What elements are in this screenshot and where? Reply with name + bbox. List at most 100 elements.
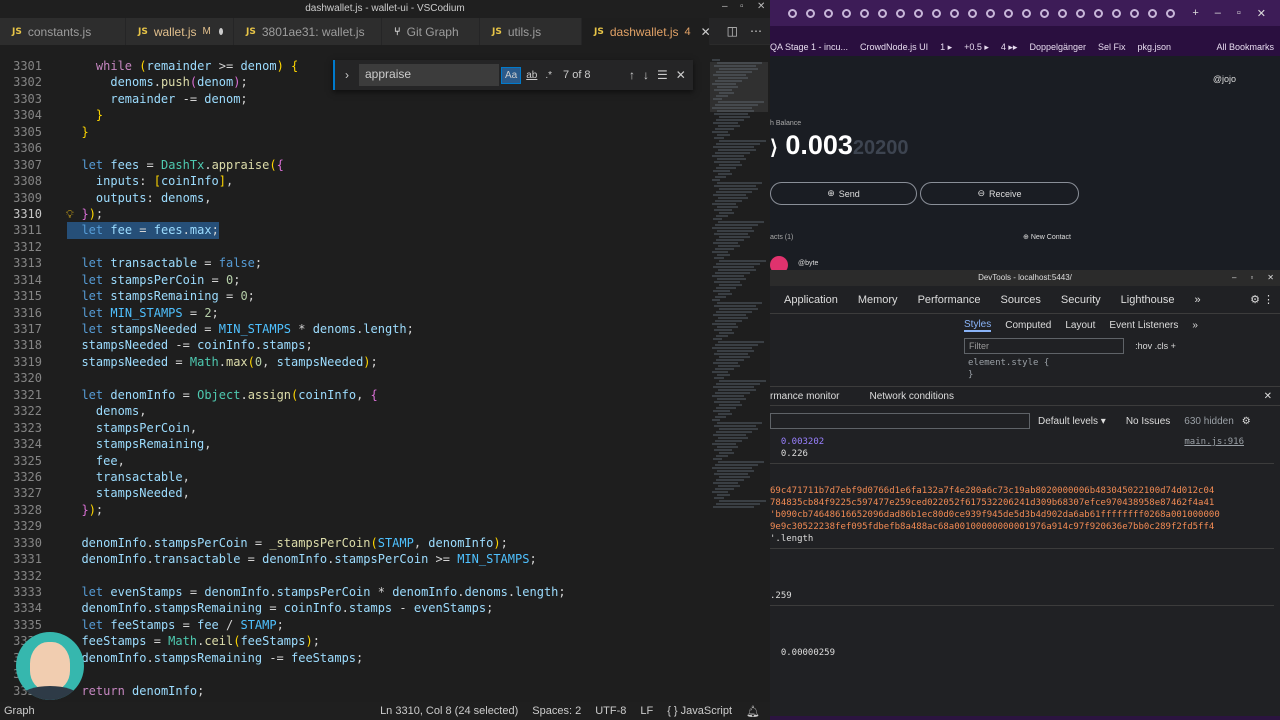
code-line[interactable]: 3323 stampsPerCoin,: [0, 420, 710, 436]
more-actions-icon[interactable]: ⋯: [750, 24, 762, 38]
new-contact-button[interactable]: ⊕ New Contact: [1023, 233, 1071, 241]
match-case-toggle[interactable]: Aa: [501, 66, 522, 84]
code-line[interactable]: 3316 let MIN_STAMPS = 2;: [0, 305, 710, 321]
tab-styles[interactable]: Styles: [964, 319, 992, 332]
close-window-icon[interactable]: ✕: [757, 1, 765, 12]
console-filter-input[interactable]: [770, 413, 1030, 429]
more-tabs-icon[interactable]: »: [1194, 294, 1200, 306]
bookmark-item[interactable]: 4 ▸▸: [1001, 42, 1018, 53]
tab-lighthouse[interactable]: Lighthouse: [1121, 294, 1175, 306]
tab-memory[interactable]: Memory: [858, 294, 898, 306]
dt-close-icon[interactable]: ✕: [1267, 270, 1274, 286]
code-line[interactable]: 3321 let denomInfo = Object.assign(coinI…: [0, 387, 710, 403]
user-handle[interactable]: @jojo: [1213, 74, 1236, 84]
minimap[interactable]: [710, 58, 768, 703]
code-line[interactable]: 3317 let stampsNeeded = MIN_STAMPS * den…: [0, 321, 710, 337]
find-in-selection-icon[interactable]: ☰: [657, 68, 668, 82]
notifications-bell-icon[interactable]: 🔔︎: [746, 705, 760, 718]
browser-tab[interactable]: [1076, 8, 1085, 18]
styles-filter-options[interactable]: :hov .cls +: [1135, 341, 1176, 351]
code-line[interactable]: 3339 return denomInfo;: [0, 683, 710, 699]
code-line[interactable]: 3330 denomInfo.stampsPerCoin = _stampsPe…: [0, 535, 710, 551]
code-line[interactable]: 3308 inputs: [coinInfo],: [0, 173, 710, 189]
new-tab-icon[interactable]: +: [1192, 7, 1198, 20]
code-line[interactable]: 3333 let evenStamps = denomInfo.stampsPe…: [0, 584, 710, 600]
code-line[interactable]: 3309 outputs: denoms,: [0, 190, 710, 206]
more-style-tabs-icon[interactable]: »: [1192, 320, 1198, 331]
browser-tab[interactable]: [932, 8, 941, 18]
tab-performance-monitor[interactable]: rmance monitor: [770, 391, 839, 402]
browser-tab[interactable]: [986, 8, 995, 18]
code-line[interactable]: 3327 stampsNeeded,: [0, 485, 710, 501]
minimap-viewport[interactable]: [710, 62, 768, 112]
code-line[interactable]: 3315 let stampsRemaining = 0;: [0, 288, 710, 304]
browser-tab[interactable]: [788, 8, 797, 18]
minimize-icon[interactable]: –: [722, 1, 728, 12]
browser-tab[interactable]: [1112, 8, 1121, 18]
code-line[interactable]: 3306: [0, 140, 710, 156]
dt-minimize-icon[interactable]: –: [1232, 270, 1236, 286]
browser-tab[interactable]: [1022, 8, 1031, 18]
status-encoding[interactable]: UTF-8: [595, 705, 626, 718]
whole-word-toggle[interactable]: ab: [523, 68, 540, 83]
browser-minimize-icon[interactable]: –: [1215, 7, 1221, 20]
tab-layout[interactable]: Layout: [1065, 320, 1095, 331]
tab-application[interactable]: Application: [784, 294, 838, 306]
settings-gear-icon[interactable]: ⚙ ⋮: [1250, 293, 1274, 306]
browser-tab[interactable]: [1094, 8, 1103, 18]
all-bookmarks[interactable]: All Bookmarks: [1216, 42, 1274, 52]
bookmark-item[interactable]: QA Stage 1 - incu...: [770, 42, 848, 52]
browser-tab[interactable]: [824, 8, 833, 18]
console-source-link[interactable]: main.js:916: [1184, 436, 1244, 448]
bookmark-item[interactable]: CrowdNode.js UI: [860, 42, 928, 52]
send-button[interactable]: ⊕ Send: [770, 182, 917, 205]
browser-tab[interactable]: [914, 8, 923, 18]
url-bar[interactable]: [770, 26, 1280, 38]
browser-close-icon[interactable]: ✕: [1257, 7, 1266, 20]
code-line[interactable]: 3311 let fee = fees.max;: [0, 222, 710, 239]
code-line[interactable]: 3324 stampsRemaining,: [0, 436, 710, 452]
receive-button[interactable]: ⊖ Receive: [920, 182, 1079, 205]
code-line[interactable]: 3313 let transactable = false;: [0, 255, 710, 271]
code-line[interactable]: 3338: [0, 666, 710, 682]
code-line[interactable]: 3304 }: [0, 107, 710, 123]
code-line[interactable]: 3329: [0, 518, 710, 534]
browser-tab[interactable]: [1040, 8, 1049, 18]
browser-tab[interactable]: [842, 8, 851, 18]
tab-computed[interactable]: Computed: [1005, 320, 1051, 331]
maximize-icon[interactable]: ▫: [740, 1, 744, 12]
tab-sources[interactable]: Sources: [1001, 294, 1041, 306]
code-line[interactable]: 3319 stampsNeeded = Math.max(0, stampsNe…: [0, 354, 710, 370]
browser-tab[interactable]: [1166, 8, 1175, 18]
code-line[interactable]: 3335 let feeStamps = fee / STAMP;: [0, 617, 710, 633]
status-language[interactable]: { } JavaScript: [667, 705, 732, 718]
tab-security[interactable]: Security: [1061, 294, 1101, 306]
browser-tab[interactable]: [896, 8, 905, 18]
tab-performance[interactable]: Performance: [918, 294, 981, 306]
tab-3801ae31-wallet-js[interactable]: JS 3801ae31: wallet.js: [234, 18, 382, 45]
code-line[interactable]: 3303 remainder -= denom;: [0, 91, 710, 107]
code-line[interactable]: 3318 stampsNeeded -= coinInfo.stamps;: [0, 337, 710, 353]
styles-filter-input[interactable]: Filter: [964, 338, 1124, 354]
contact-name[interactable]: @byte: [798, 260, 818, 267]
bookmark-item[interactable]: pkg.json: [1138, 42, 1172, 52]
close-drawer-icon[interactable]: ✕: [1264, 391, 1272, 402]
code-line[interactable]: 3332: [0, 568, 710, 584]
tab-constants-js[interactable]: JS constants.js: [0, 18, 126, 45]
browser-tab[interactable]: [878, 8, 887, 18]
regex-toggle[interactable]: .*: [542, 68, 555, 83]
close-find-icon[interactable]: ✕: [676, 68, 686, 82]
tab-git-graph[interactable]: ⑂ Git Graph: [382, 18, 480, 45]
code-line[interactable]: 3305 }: [0, 124, 710, 140]
code-line[interactable]: 3326 transactable,: [0, 469, 710, 485]
next-match-icon[interactable]: ↓: [643, 68, 649, 82]
code-editor[interactable]: 3301 while (remainder >= denom) {3302 de…: [0, 58, 710, 703]
bookmark-item[interactable]: 1 ▸: [940, 42, 952, 53]
code-line[interactable]: 3336 feeStamps = Math.ceil(feeStamps);: [0, 633, 710, 649]
console-settings-gear-icon[interactable]: ⚙: [1242, 416, 1251, 427]
tab-wallet-js[interactable]: JS wallet.js M: [126, 18, 234, 45]
tab-event-listeners[interactable]: Event Listeners: [1109, 320, 1178, 331]
bookmark-item[interactable]: +0.5 ▸: [964, 42, 989, 53]
log-levels-dropdown[interactable]: Default levels ▾: [1038, 416, 1106, 427]
toggle-replace-chevron-icon[interactable]: ›: [339, 68, 355, 82]
